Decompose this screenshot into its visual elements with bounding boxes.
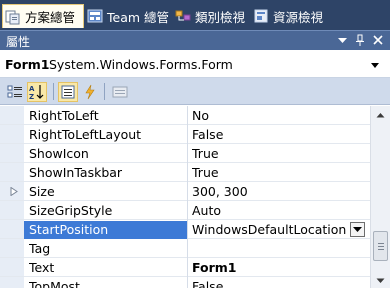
property-value[interactable]: 300, 300	[192, 183, 368, 201]
property-value[interactable]: No	[192, 107, 368, 125]
column-divider	[187, 182, 188, 201]
property-pages-button[interactable]	[110, 82, 130, 102]
property-value[interactable]: False	[192, 126, 368, 144]
column-divider	[187, 125, 188, 144]
alphabetical-icon: A Z	[29, 85, 44, 100]
tab-team-explorer[interactable]: Team 總管	[85, 4, 172, 28]
property-value[interactable]: False	[192, 278, 368, 288]
property-grid: RightToLeft No RightToLeftLayout False S…	[0, 106, 370, 288]
property-value[interactable]: True	[192, 164, 368, 182]
property-name: ShowInTaskbar	[29, 165, 123, 180]
tab-label: Team 總管	[107, 9, 170, 25]
properties-title-bar: 屬性	[0, 30, 390, 50]
property-value[interactable]: True	[192, 145, 368, 163]
properties-toolbar: A Z	[0, 78, 390, 105]
categorized-button[interactable]	[5, 82, 25, 102]
panel-title: 屬性	[6, 35, 31, 49]
property-name: Size	[29, 184, 55, 199]
toolbar-separator	[53, 83, 54, 100]
tab-class-view[interactable]: 類別檢視	[173, 4, 249, 28]
svg-text:Z: Z	[29, 93, 34, 100]
property-row[interactable]: ShowIcon True	[0, 144, 370, 163]
property-row[interactable]: TopMost False	[0, 277, 370, 288]
property-value[interactable]: Auto	[192, 202, 368, 220]
property-name: Text	[29, 260, 55, 275]
property-name: StartPosition	[24, 221, 187, 239]
property-name: ShowIcon	[29, 146, 89, 161]
solution-explorer-icon	[5, 10, 20, 24]
column-divider	[187, 163, 188, 182]
property-name: Tag	[29, 241, 51, 256]
property-row[interactable]: Tag	[0, 239, 370, 258]
close-icon[interactable]	[370, 32, 386, 48]
close-x-icon	[373, 35, 383, 45]
property-row[interactable]: RightToLeftLayout False	[0, 125, 370, 144]
scroll-up-arrow-icon[interactable]	[374, 109, 387, 122]
events-button[interactable]	[80, 82, 100, 102]
object-type: System.Windows.Forms.Form	[49, 57, 233, 72]
tab-label: 資源檢視	[273, 9, 324, 25]
column-divider	[187, 220, 188, 239]
scroll-down-arrow-icon[interactable]	[374, 274, 387, 287]
column-divider	[187, 277, 188, 288]
tool-window-tab-strip: 方案總管 Team 總管 類別檢視 資源檢視	[0, 0, 390, 30]
property-name: RightToLeft	[29, 108, 99, 123]
class-view-icon	[175, 10, 191, 21]
expand-triangle-icon[interactable]	[10, 187, 18, 196]
column-divider	[187, 258, 188, 277]
auto-hide-pin-icon[interactable]	[352, 32, 368, 48]
property-row[interactable]: Text Form1	[0, 258, 370, 277]
column-divider	[187, 144, 188, 163]
property-value[interactable]: WindowsDefaultLocation	[192, 221, 347, 239]
column-divider	[187, 239, 188, 258]
property-name: TopMost	[29, 279, 80, 288]
properties-icon	[61, 85, 75, 99]
property-row[interactable]: SizeGripStyle Auto	[0, 201, 370, 220]
tab-label: 類別檢視	[195, 9, 246, 25]
alphabetical-button[interactable]: A Z	[27, 82, 47, 102]
property-pages-icon	[112, 86, 128, 98]
tab-solution-explorer[interactable]: 方案總管	[2, 4, 84, 28]
column-divider	[187, 106, 188, 125]
property-row[interactable]: RightToLeft No	[0, 106, 370, 125]
resource-view-icon	[254, 9, 268, 23]
chevron-down-icon	[337, 38, 347, 43]
vertical-scrollbar[interactable]	[370, 106, 390, 288]
window-position-icon[interactable]	[334, 32, 350, 48]
pin-icon	[356, 34, 364, 46]
properties-button[interactable]	[58, 82, 78, 102]
property-name: RightToLeftLayout	[29, 127, 142, 142]
tab-label: 方案總管	[25, 10, 76, 25]
property-value[interactable]	[192, 240, 368, 258]
chevron-down-icon[interactable]	[370, 60, 380, 70]
scrollbar-thumb[interactable]	[373, 231, 388, 261]
property-row[interactable]: Size 300, 300	[0, 182, 370, 201]
tab-resource-view[interactable]: 資源檢視	[251, 4, 330, 28]
svg-text:A: A	[29, 85, 35, 93]
categorized-icon	[7, 85, 22, 98]
property-row-selected[interactable]: StartPosition WindowsDefaultLocation	[0, 220, 370, 239]
property-value[interactable]: Form1	[192, 259, 368, 277]
property-name: SizeGripStyle	[29, 203, 113, 218]
events-icon	[85, 84, 95, 100]
toolbar-separator	[104, 83, 105, 100]
column-divider	[187, 201, 188, 220]
team-explorer-icon	[87, 9, 103, 23]
object-name: Form1	[5, 57, 50, 72]
chevron-down-icon	[353, 226, 362, 232]
object-selector-dropdown[interactable]: Form1 System.Windows.Forms.Form	[0, 51, 390, 78]
property-row[interactable]: ShowInTaskbar True	[0, 163, 370, 182]
value-dropdown-button[interactable]	[350, 222, 365, 237]
